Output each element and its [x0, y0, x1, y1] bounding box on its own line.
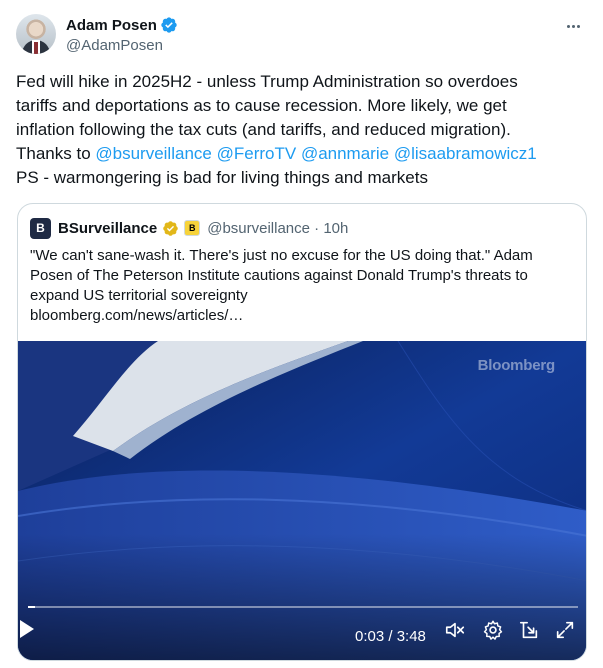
- quoted-tweet[interactable]: B BSurveillance B @bsurveillance · 10h "…: [17, 203, 587, 661]
- mention-link[interactable]: @FerroTV: [217, 144, 297, 163]
- tweet-text-segment: Thanks to: [16, 144, 96, 163]
- quoted-text: "We can't sane-wash it. There's just no …: [30, 246, 575, 326]
- quoted-tweet-header: B BSurveillance B @bsurveillance · 10h: [30, 217, 348, 239]
- tweet-header: Adam Posen @AdamPosen: [16, 12, 587, 58]
- name-row: Adam Posen: [66, 16, 178, 34]
- progress-fill: [28, 606, 36, 608]
- quoted-text-line: Posen of The Peterson Institute cautions…: [30, 267, 528, 284]
- video-time: 0:03 / 3:48: [355, 628, 426, 645]
- video-controls: 0:03 / 3:48: [18, 619, 586, 655]
- quoted-text-line: "We can't sane-wash it. There's just no …: [30, 247, 533, 264]
- tweet-text-segment: PS - warmongering is bad for living thin…: [16, 168, 428, 187]
- quoted-handle-time: @bsurveillance · 10h: [207, 219, 349, 237]
- quoted-link[interactable]: bloomberg.com/news/articles/…: [30, 306, 575, 326]
- mention-link[interactable]: @lisaabramowicz1: [394, 144, 537, 163]
- tweet-text-segment: Fed will hike in 2025H2 - unless Trump A…: [16, 72, 518, 91]
- handle[interactable]: @AdamPosen: [66, 37, 163, 54]
- more-icon[interactable]: [563, 16, 583, 36]
- tweet-text-line: tariffs and deportations as to cause rec…: [16, 94, 587, 118]
- quoted-text-line: expand US territorial sovereignty: [30, 287, 248, 304]
- tweet-text-line: Fed will hike in 2025H2 - unless Trump A…: [16, 70, 587, 94]
- quoted-avatar[interactable]: B: [30, 217, 51, 239]
- tweet-text-line: PS - warmongering is bad for living thin…: [16, 166, 587, 190]
- tweet-text-line: Thanks to @bsurveillance @FerroTV @annma…: [16, 142, 587, 166]
- display-name[interactable]: Adam Posen: [66, 17, 157, 34]
- play-icon[interactable]: [18, 619, 36, 639]
- quoted-display-name[interactable]: BSurveillance: [58, 220, 157, 237]
- tweet-text-segment: inflation following the tax cuts (and ta…: [16, 120, 511, 139]
- progress-bar[interactable]: [28, 606, 578, 608]
- mute-icon[interactable]: [444, 619, 466, 641]
- tweet-text-segment: tariffs and deportations as to cause rec…: [16, 96, 507, 115]
- tweet[interactable]: Adam Posen @AdamPosen Fed will hike in 2…: [0, 0, 603, 668]
- tweet-text-line: inflation following the tax cuts (and ta…: [16, 118, 587, 142]
- affiliate-badge[interactable]: B: [184, 220, 201, 236]
- video-player[interactable]: Bloomberg 0:03 / 3:48: [18, 341, 586, 660]
- mention-link[interactable]: @bsurveillance: [95, 144, 211, 163]
- bloomberg-watermark: Bloomberg: [477, 357, 556, 374]
- tweet-text: Fed will hike in 2025H2 - unless Trump A…: [16, 70, 587, 190]
- avatar[interactable]: [16, 14, 56, 54]
- gold-verified-icon: [163, 220, 178, 236]
- fullscreen-icon[interactable]: [554, 619, 576, 641]
- video-frame: [18, 341, 586, 660]
- verified-icon: [161, 17, 177, 33]
- mention-link[interactable]: @annmarie: [301, 144, 389, 163]
- settings-icon[interactable]: [482, 619, 504, 641]
- exit-fullscreen-icon[interactable]: [518, 619, 540, 641]
